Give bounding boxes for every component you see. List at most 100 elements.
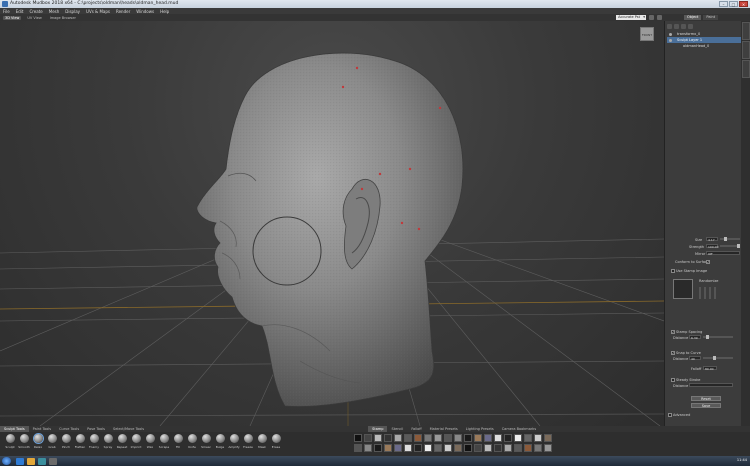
menu-windows[interactable]: Windows — [136, 9, 154, 14]
tab-object-list[interactable]: Object — [684, 15, 702, 20]
save-button[interactable]: Save — [691, 403, 721, 408]
stamp-thumbnail[interactable] — [524, 434, 532, 442]
size-slider[interactable] — [720, 237, 740, 241]
stamp-thumbnail[interactable] — [504, 444, 512, 452]
stamp-thumbnail[interactable] — [534, 444, 542, 452]
stamp-thumbnail[interactable] — [374, 444, 382, 452]
tool-freeze-button[interactable]: Freeze — [242, 434, 254, 452]
stamp-thumbnail[interactable] — [384, 434, 392, 442]
stamp-thumbnail[interactable] — [364, 444, 372, 452]
stamp-thumbnail[interactable] — [544, 444, 552, 452]
stamp-thumbnail[interactable] — [544, 434, 552, 442]
camera-icon[interactable] — [649, 15, 654, 20]
menu-file[interactable]: File — [3, 9, 10, 14]
tool-foamy-button[interactable]: Foamy — [88, 434, 100, 452]
stamp-thumbnail[interactable] — [444, 434, 452, 442]
strength-slider[interactable] — [720, 244, 740, 248]
conform-checkbox[interactable]: ✓ — [706, 260, 710, 264]
tool-smooth-button[interactable]: Smooth — [18, 434, 30, 452]
side-tab-viewport-filters[interactable] — [742, 60, 750, 78]
reset-button[interactable]: Reset — [691, 396, 721, 401]
stamp-slider[interactable] — [709, 287, 711, 299]
tool-scrape-button[interactable]: Scrape — [158, 434, 170, 452]
stamp-thumbnail[interactable] — [354, 434, 362, 442]
visibility-icon[interactable] — [669, 38, 672, 42]
mirror-select[interactable]: Off — [706, 251, 740, 256]
tab-uv-view[interactable]: UV View — [25, 16, 43, 20]
stamp-thumbnail[interactable] — [454, 434, 462, 442]
visibility-icon[interactable] — [669, 32, 672, 36]
close-button[interactable]: × — [739, 1, 748, 7]
stamp-thumbnail[interactable] — [384, 444, 392, 452]
stamp-thumbnail[interactable] — [474, 434, 482, 442]
stamp-thumbnail[interactable] — [364, 434, 372, 442]
advanced-checkbox[interactable] — [668, 413, 672, 417]
side-tab-layers[interactable] — [742, 41, 750, 59]
stamp-thumbnail[interactable] — [414, 434, 422, 442]
tab-paint[interactable]: Paint — [703, 15, 719, 20]
tool-pinch-button[interactable]: Pinch — [60, 434, 72, 452]
stamp-slider[interactable] — [714, 287, 716, 299]
snap-distance-field[interactable]: 40 — [689, 356, 701, 361]
show-icon[interactable] — [667, 23, 672, 29]
stamp-thumbnail[interactable] — [534, 434, 542, 442]
stamp-thumbnail[interactable] — [464, 444, 472, 452]
tool-mask-button[interactable]: Mask — [256, 434, 268, 452]
menu-help[interactable]: Help — [160, 9, 169, 14]
camera-select[interactable]: Accurate Pst — [616, 15, 646, 20]
tool-imprint-button[interactable]: Imprint — [130, 434, 142, 452]
stamp-thumbnail[interactable] — [434, 444, 442, 452]
stamp-preview[interactable] — [673, 279, 693, 299]
strength-field[interactable]: 100.00 — [706, 244, 719, 249]
app-taskbar-icon[interactable] — [49, 457, 57, 465]
stamp-thumbnail[interactable] — [464, 434, 472, 442]
minimize-button[interactable]: – — [719, 1, 728, 7]
stamp-thumbnail[interactable] — [494, 434, 502, 442]
stamp-slider[interactable] — [704, 287, 706, 299]
steady-stroke-checkbox[interactable] — [671, 378, 675, 382]
stamp-thumbnail[interactable] — [484, 434, 492, 442]
menu-mesh[interactable]: Mesh — [49, 9, 60, 14]
tool-bulge-button[interactable]: Bulge — [214, 434, 226, 452]
menu-display[interactable]: Display — [65, 9, 80, 14]
falloff-field[interactable]: 80.00 — [703, 366, 717, 371]
stamp-thumbnail[interactable] — [394, 444, 402, 452]
stamp-thumbnail[interactable] — [394, 434, 402, 442]
tool-wax-button[interactable]: Wax — [144, 434, 156, 452]
stamp-slider[interactable] — [699, 287, 701, 299]
stamp-thumbnail[interactable] — [484, 444, 492, 452]
stamp-thumbnail[interactable] — [444, 444, 452, 452]
snap-distance-slider[interactable] — [703, 356, 733, 360]
start-button[interactable] — [2, 457, 11, 465]
use-stamp-checkbox[interactable] — [671, 269, 675, 273]
side-tab-object-list[interactable] — [742, 22, 750, 40]
stamp-distance-slider[interactable] — [703, 335, 733, 339]
menu-uvs-maps[interactable]: UVs & Maps — [86, 9, 110, 14]
options-icon[interactable] — [688, 23, 693, 29]
stamp-distance-field[interactable]: 6.39 — [689, 335, 701, 340]
tool-smear-button[interactable]: Smear — [200, 434, 212, 452]
stamp-thumbnail[interactable] — [494, 444, 502, 452]
menu-edit[interactable]: Edit — [16, 9, 24, 14]
stamp-thumbnail[interactable] — [514, 434, 522, 442]
stamp-thumbnail[interactable] — [424, 434, 432, 442]
size-field[interactable]: 4.17 — [706, 237, 718, 242]
tab-image-browser[interactable]: Image Browser — [48, 16, 78, 20]
tool-erase-button[interactable]: Erase — [270, 434, 282, 452]
tool-grab-button[interactable]: Grab — [46, 434, 58, 452]
tool-flatten-button[interactable]: Flatten — [74, 434, 86, 452]
stamp-thumbnail[interactable] — [404, 434, 412, 442]
menu-create[interactable]: Create — [29, 9, 42, 14]
tool-spray-button[interactable]: Spray — [102, 434, 114, 452]
folder-taskbar-icon[interactable] — [27, 457, 35, 465]
snap-to-curve-checkbox[interactable]: ✓ — [671, 351, 675, 355]
stamp-thumbnail[interactable] — [434, 434, 442, 442]
menu-render[interactable]: Render — [116, 9, 130, 14]
tool-fill-button[interactable]: Fill — [172, 434, 184, 452]
stamp-thumbnail[interactable] — [514, 444, 522, 452]
outliner-item-mesh[interactable]: oldmanHead_0 — [667, 43, 741, 49]
tool-repeat-button[interactable]: Repeat — [116, 434, 128, 452]
grid-icon[interactable] — [657, 15, 662, 20]
stamp-thumbnail[interactable] — [454, 444, 462, 452]
tab-3d-view[interactable]: 3D View — [3, 15, 22, 20]
